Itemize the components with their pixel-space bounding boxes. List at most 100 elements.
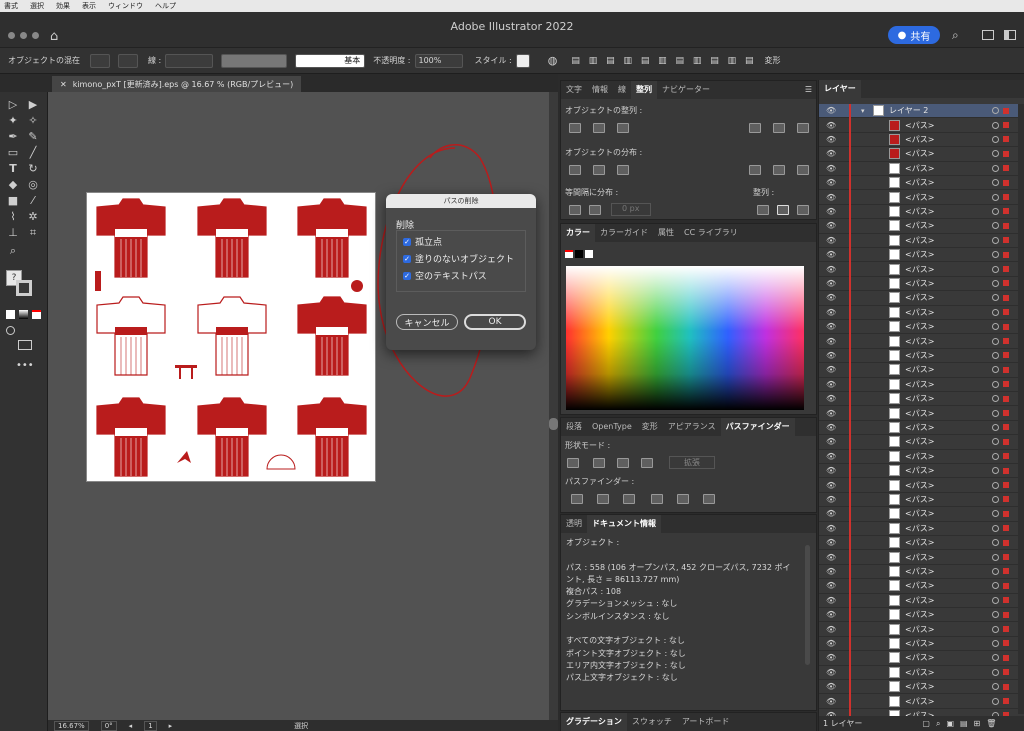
path-name[interactable]: <パス> bbox=[905, 465, 934, 476]
visibility-eye-icon[interactable]: 👁 bbox=[826, 250, 836, 259]
selection-indicator[interactable] bbox=[1003, 597, 1009, 604]
visibility-eye-icon[interactable]: 👁 bbox=[826, 178, 836, 187]
selection-indicator[interactable] bbox=[1003, 179, 1009, 186]
space-vertical-icon[interactable] bbox=[569, 205, 581, 215]
path-name[interactable]: <パス> bbox=[905, 523, 934, 534]
target-icon[interactable] bbox=[992, 639, 999, 647]
layer-item-row[interactable]: 👁 <パス> bbox=[819, 392, 1019, 407]
selection-indicator[interactable] bbox=[1003, 294, 1009, 301]
visibility-eye-icon[interactable]: 👁 bbox=[826, 466, 836, 475]
menu-item-effect[interactable]: 効果 bbox=[56, 1, 70, 11]
share-button[interactable]: ● 共有 bbox=[888, 26, 940, 44]
visibility-eye-icon[interactable]: 👁 bbox=[826, 697, 836, 706]
exclude-icon[interactable] bbox=[641, 458, 653, 468]
visibility-eye-icon[interactable]: 👁 bbox=[826, 293, 836, 302]
visibility-eye-icon[interactable]: 👁 bbox=[826, 322, 836, 331]
distribute-left-icon[interactable] bbox=[749, 165, 761, 175]
distribute-top-icon[interactable] bbox=[569, 165, 581, 175]
draw-normal-icon[interactable] bbox=[6, 326, 15, 335]
panels-icon[interactable] bbox=[1004, 30, 1016, 40]
white-swatch[interactable] bbox=[585, 250, 593, 258]
visibility-eye-icon[interactable]: 👁 bbox=[826, 164, 836, 173]
layer-item-row[interactable]: 👁 <パス> bbox=[819, 305, 1019, 320]
pen-tool-icon[interactable]: ✒ bbox=[6, 130, 20, 144]
layer-item-row[interactable]: 👁 <パス> bbox=[819, 420, 1019, 436]
path-name[interactable]: <パス> bbox=[905, 436, 934, 447]
close-tab-icon[interactable]: ✕ bbox=[60, 80, 67, 89]
target-icon[interactable] bbox=[992, 179, 999, 187]
path-name[interactable]: <パス> bbox=[905, 379, 934, 390]
checkbox-checked-icon[interactable]: ✓ bbox=[403, 237, 411, 246]
path-name[interactable]: <パス> bbox=[905, 177, 934, 188]
crop-icon[interactable] bbox=[651, 494, 663, 504]
path-name[interactable]: <パス> bbox=[905, 134, 934, 145]
graphic-style-swatch[interactable] bbox=[515, 53, 530, 68]
black-swatch[interactable] bbox=[575, 250, 583, 258]
layer-item-row[interactable]: 👁 <パス> bbox=[819, 651, 1019, 666]
path-name[interactable]: <パス> bbox=[905, 120, 934, 131]
selection-indicator[interactable] bbox=[1003, 222, 1009, 229]
layer-item-row[interactable]: 👁 <パス> bbox=[819, 406, 1019, 421]
visibility-eye-icon[interactable]: 👁 bbox=[826, 135, 836, 144]
visibility-eye-icon[interactable]: 👁 bbox=[826, 581, 836, 590]
visibility-eye-icon[interactable]: 👁 bbox=[826, 236, 836, 245]
target-icon[interactable] bbox=[992, 222, 999, 230]
path-name[interactable]: <パス> bbox=[905, 422, 934, 433]
layer-item-row[interactable]: 👁 <パス> bbox=[819, 161, 1019, 176]
layer-item-row[interactable]: 👁 <パス> bbox=[819, 204, 1019, 220]
target-icon[interactable] bbox=[992, 524, 999, 532]
visibility-eye-icon[interactable]: 👁 bbox=[826, 437, 836, 446]
align-to-selection-icon[interactable] bbox=[757, 205, 769, 215]
tab-align[interactable]: 整列 bbox=[631, 81, 657, 99]
tab-opentype[interactable]: OpenType bbox=[587, 418, 637, 436]
layer-item-row[interactable]: 👁 <パス> bbox=[819, 147, 1019, 162]
selection-indicator[interactable] bbox=[1003, 669, 1009, 676]
tab-cc-libraries[interactable]: CC ライブラリ bbox=[679, 224, 743, 242]
selection-indicator[interactable] bbox=[1003, 280, 1009, 287]
align-to-artboard-icon[interactable] bbox=[777, 205, 789, 215]
layer-item-row[interactable]: 👁 <パス> bbox=[819, 334, 1019, 349]
target-icon[interactable] bbox=[992, 668, 999, 676]
tab-transparency[interactable]: 透明 bbox=[561, 515, 587, 533]
layer-row[interactable]: 👁 ▾ レイヤー 2 bbox=[819, 104, 1019, 119]
selection-indicator[interactable] bbox=[1003, 251, 1009, 258]
intersect-icon[interactable] bbox=[617, 458, 629, 468]
selection-indicator[interactable] bbox=[1003, 582, 1009, 589]
target-icon[interactable] bbox=[992, 380, 999, 388]
minimize-window-icon[interactable] bbox=[20, 32, 27, 39]
menu-item-view[interactable]: 表示 bbox=[82, 1, 96, 11]
stroke-swatch[interactable] bbox=[118, 53, 138, 68]
recolor-icon[interactable]: ◍ bbox=[548, 54, 558, 67]
align-right-icon[interactable] bbox=[617, 123, 629, 133]
path-name[interactable]: <パス> bbox=[905, 624, 934, 635]
unite-icon[interactable] bbox=[567, 458, 579, 468]
expand-button[interactable]: 拡張 bbox=[669, 456, 715, 469]
zoom-level-select[interactable]: 16.67% bbox=[54, 720, 89, 731]
path-name[interactable]: <パス> bbox=[905, 652, 934, 663]
selection-indicator[interactable] bbox=[1003, 640, 1009, 647]
target-icon[interactable] bbox=[992, 351, 999, 359]
variable-width-profile[interactable] bbox=[221, 53, 288, 68]
visibility-eye-icon[interactable]: 👁 bbox=[826, 279, 836, 288]
selection-indicator[interactable] bbox=[1003, 237, 1009, 244]
path-name[interactable]: <パス> bbox=[905, 350, 934, 361]
tab-gradient[interactable]: グラデーション bbox=[561, 713, 627, 731]
distribute-bottom-icon[interactable] bbox=[617, 165, 629, 175]
slice-tool-icon[interactable]: ⌗ bbox=[26, 226, 40, 240]
layer-item-row[interactable]: 👁 <パス> bbox=[819, 622, 1019, 637]
path-name[interactable]: <パス> bbox=[905, 552, 934, 563]
space-horizontal-icon[interactable] bbox=[589, 205, 601, 215]
visibility-eye-icon[interactable]: 👁 bbox=[826, 265, 836, 274]
selection-indicator[interactable] bbox=[1003, 482, 1009, 489]
artboard-nav-prev-icon[interactable]: ◂ bbox=[129, 722, 133, 730]
path-name[interactable]: <パス> bbox=[905, 494, 934, 505]
selection-indicator[interactable] bbox=[1003, 366, 1009, 373]
selection-indicator[interactable] bbox=[1003, 467, 1009, 474]
target-icon[interactable] bbox=[992, 567, 999, 575]
brush-definition-select[interactable]: 基本 bbox=[295, 53, 366, 68]
tab-navigator[interactable]: ナビゲーター bbox=[657, 81, 715, 99]
align-vcenter-icon[interactable] bbox=[773, 123, 785, 133]
selection-indicator[interactable] bbox=[1003, 150, 1009, 157]
path-name[interactable]: <パス> bbox=[905, 292, 934, 303]
target-icon[interactable] bbox=[992, 495, 999, 503]
